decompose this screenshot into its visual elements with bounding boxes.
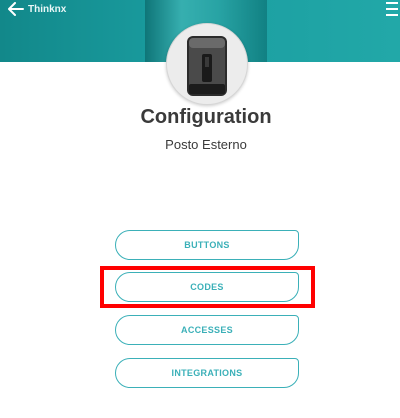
accesses-button[interactable]: ACCESSES [115,315,299,345]
selection-highlight-box [100,266,315,308]
header-title: Thinknx [28,3,67,15]
intercom-device-image [187,36,227,96]
arrow-left-icon [8,2,24,16]
page-title: Configuration [140,106,272,128]
device-name: Posto Esterno [165,137,247,152]
back-button[interactable]: Thinknx [8,0,66,18]
integrations-button[interactable]: INTEGRATIONS [115,358,299,388]
hamburger-menu-icon[interactable] [386,2,398,16]
device-avatar [166,23,248,105]
buttons-button[interactable]: BUTTONS [115,230,299,260]
